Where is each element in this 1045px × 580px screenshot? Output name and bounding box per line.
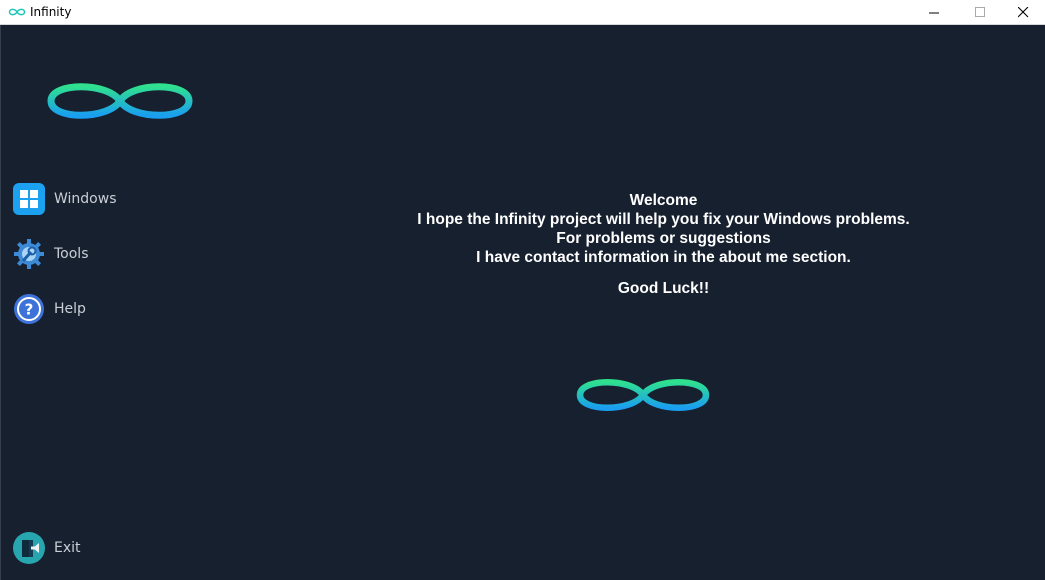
infinity-app-icon	[8, 8, 26, 16]
welcome-heading: Welcome	[629, 192, 698, 209]
window-title: Infinity	[30, 5, 72, 19]
sidebar-item-label: Windows	[54, 191, 117, 207]
welcome-line-1: I hope the Infinity project will help yo…	[417, 211, 910, 228]
exit-door-icon	[13, 532, 45, 564]
welcome-line-3: I have contact information in the about …	[476, 249, 851, 266]
minimize-button[interactable]	[911, 0, 957, 24]
minimize-icon	[929, 12, 939, 14]
good-luck-text: Good Luck!!	[617, 280, 710, 297]
windows-icon	[13, 183, 45, 215]
maximize-button[interactable]	[957, 0, 1003, 24]
tools-gear-icon	[14, 239, 44, 269]
welcome-line-2: For problems or suggestions	[556, 230, 771, 247]
help-icon: ?	[14, 294, 44, 324]
close-icon	[1018, 7, 1029, 18]
maximize-icon	[975, 7, 985, 17]
infinity-logo-center	[576, 379, 710, 411]
welcome-message: Welcome I hope the Infinity project will…	[331, 191, 996, 298]
sidebar-item-tools[interactable]: Tools	[13, 238, 153, 270]
sidebar-item-label: Tools	[54, 246, 89, 262]
title-bar: Infinity	[0, 0, 1045, 25]
close-button[interactable]	[1000, 0, 1045, 24]
sidebar-item-windows[interactable]: Windows	[13, 183, 153, 215]
exit-button[interactable]: Exit	[13, 532, 153, 564]
sidebar-item-help[interactable]: ? Help	[13, 293, 153, 325]
svg-text:?: ?	[25, 301, 34, 319]
infinity-logo	[47, 83, 193, 119]
main-window: Windows Tools ? Help Exit Welcome I hope…	[0, 25, 1045, 580]
exit-label: Exit	[54, 540, 81, 556]
sidebar-item-label: Help	[54, 301, 86, 317]
